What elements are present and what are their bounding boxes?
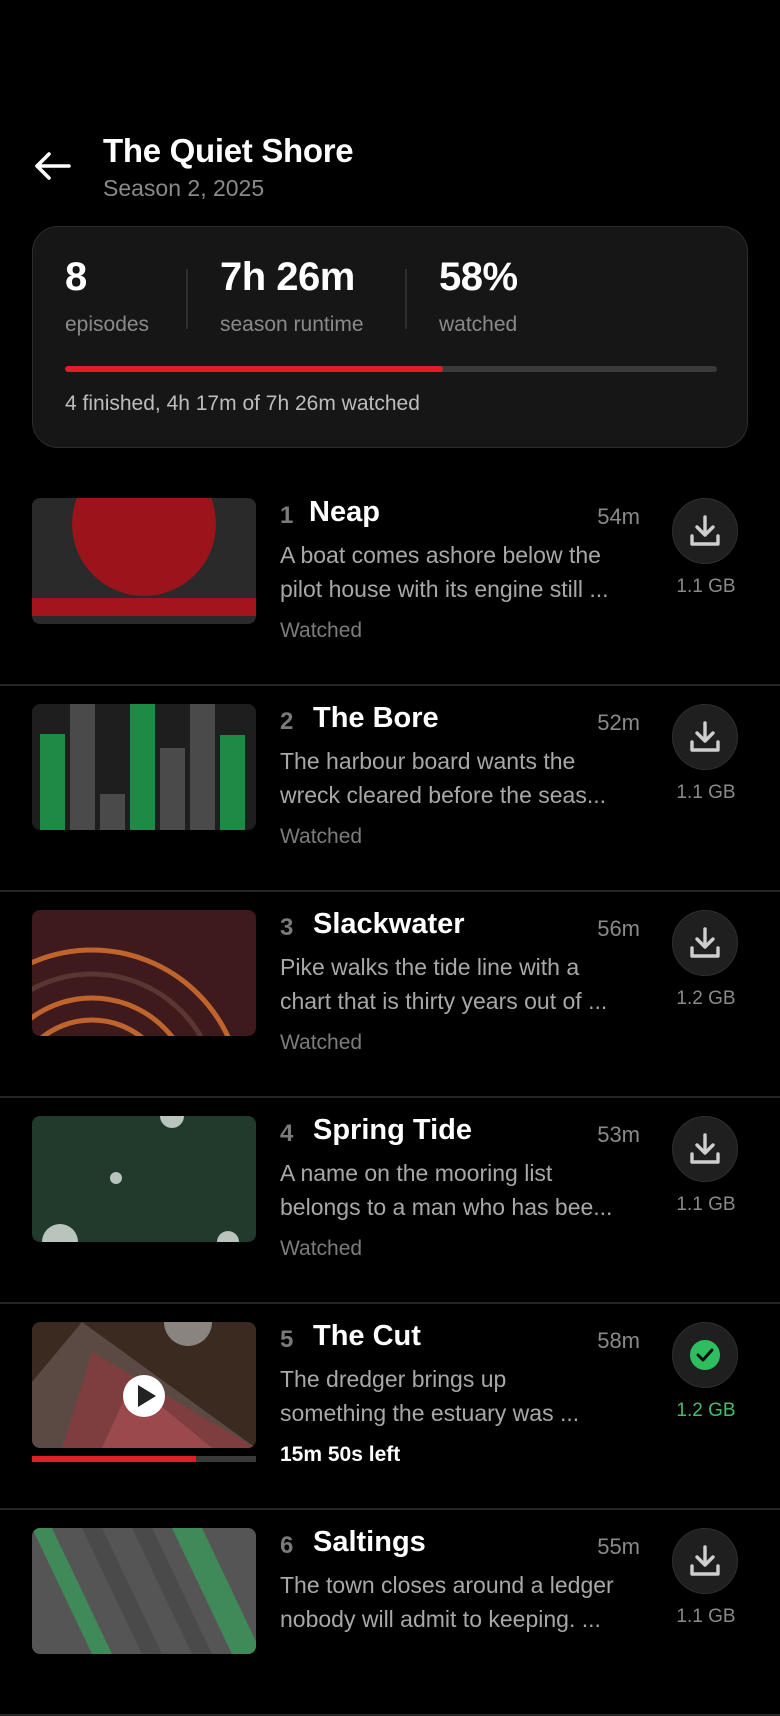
episode-thumbnail[interactable] [32,704,256,830]
episode-description: A boat comes ashore below the pilot house… [280,542,609,602]
download-icon [690,1133,720,1164]
episode-status: Watched [280,825,363,848]
episode-number: 1 [280,502,294,529]
back-button[interactable] [28,142,76,190]
watched-percent: 58% [439,255,518,299]
download-button[interactable] [672,910,738,976]
episode-description: The town closes around a ledger nobody wi… [280,1572,614,1632]
episode-thumbnail[interactable] [32,1528,256,1654]
episode-duration: 55m [597,1534,640,1559]
download-icon [690,927,720,958]
episode-duration: 53m [597,1122,640,1147]
file-size: 1.1 GB [676,1606,736,1627]
watched-label: watched [439,313,518,336]
episode-thumbnail[interactable] [32,910,256,1036]
episode-number: 4 [280,1120,294,1147]
download-button[interactable] [672,498,738,564]
check-circle-icon [690,1340,720,1370]
watch-summary: 4 finished, 4h 17m of 7h 26m watched [65,392,420,415]
episode-description: Pike walks the tide line with a chart tha… [280,954,608,1014]
header: The Quiet Shore Season 2, 2025 [0,120,780,210]
episode-duration: 56m [597,916,640,941]
episode-row[interactable]: 4 Spring Tide 53m A name on the mooring … [0,1098,780,1304]
episode-title: Slackwater [313,908,465,940]
episode-row[interactable]: 5 The Cut 58m The dredger brings up somet… [0,1304,780,1510]
episode-list: 1 Neap 54m A boat comes ashore below the… [0,480,780,1716]
episode-progress-bar [32,1456,256,1462]
season-stats-card: 8 episodes 7h 26m season runtime 58% wat… [32,226,748,448]
episode-number: 2 [280,708,294,735]
episode-number: 5 [280,1326,294,1353]
episode-number: 6 [280,1532,294,1559]
file-size: 1.1 GB [676,1194,736,1215]
watched-stat: 58% watched [439,257,518,337]
episode-progress-fill [32,1456,196,1462]
episode-status: Watched [280,1031,363,1054]
episode-status: Watched [280,619,363,642]
episode-thumbnail[interactable] [32,498,256,624]
download-button[interactable] [672,1528,738,1594]
episode-title: Saltings [313,1526,426,1558]
runtime-value: 7h 26m [220,255,355,299]
download-icon [690,515,720,546]
episode-description: The harbour board wants the wreck cleared… [280,748,606,808]
episode-duration: 52m [597,710,640,735]
page-title: The Quiet Shore [103,132,354,169]
stat-divider [186,269,188,329]
episode-row[interactable]: 3 Slackwater 56m Pike walks the tide lin… [0,892,780,1098]
episode-title: Neap [309,496,380,528]
episode-row[interactable]: 2 The Bore 52m The harbour board wants t… [0,686,780,892]
download-button[interactable] [672,704,738,770]
file-size: 1.1 GB [676,782,736,803]
episodes-label: episodes [65,313,150,336]
episode-status: Watched [280,1237,363,1260]
downloaded-button[interactable] [672,1322,738,1388]
arrow-left-icon [35,152,71,180]
episode-title: The Cut [313,1320,421,1352]
file-size: 1.2 GB [676,1400,736,1421]
episodes-stat: 8 episodes [65,257,149,337]
season-progress-bar [65,366,717,372]
time-left: 15m 50s left [280,1443,401,1466]
runtime-label: season runtime [220,313,364,336]
download-icon [690,721,720,752]
file-size: 1.1 GB [676,576,736,597]
download-icon [690,1545,720,1576]
episode-duration: 54m [597,504,640,529]
episode-duration: 58m [597,1328,640,1353]
episodes-count: 8 [65,255,87,299]
runtime-stat: 7h 26m season runtime [220,257,364,337]
episode-description: A name on the mooring list belongs to a m… [280,1160,613,1220]
episode-title: The Bore [313,702,439,734]
episode-title: Spring Tide [313,1114,472,1146]
episode-row[interactable]: 6 Saltings 55m The town closes around a … [0,1510,780,1716]
episode-row[interactable]: 1 Neap 54m A boat comes ashore below the… [0,480,780,686]
season-progress-fill [65,366,444,372]
page-subtitle: Season 2, 2025 [103,175,265,201]
stat-divider [405,269,407,329]
download-button[interactable] [672,1116,738,1182]
episode-number: 3 [280,914,294,941]
episode-thumbnail[interactable] [32,1116,256,1242]
file-size: 1.2 GB [676,988,736,1009]
episode-description: The dredger brings up something the estua… [280,1366,580,1426]
episode-thumbnail[interactable] [32,1322,256,1448]
